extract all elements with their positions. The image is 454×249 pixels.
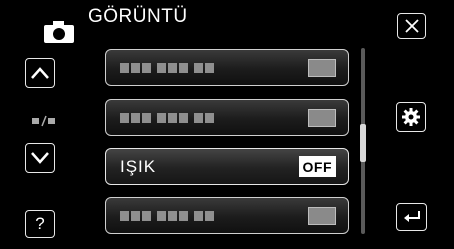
return-button[interactable] bbox=[396, 203, 427, 231]
chevron-down-icon bbox=[31, 152, 49, 164]
menu-item-label: IŞIK bbox=[120, 156, 157, 176]
disabled-value-placeholder bbox=[308, 206, 336, 225]
disabled-label-placeholder bbox=[120, 210, 308, 221]
menu-item-4 bbox=[105, 197, 349, 234]
video-photo-mode-icon bbox=[32, 115, 55, 127]
help-label: ? bbox=[35, 214, 45, 233]
chevron-up-icon bbox=[31, 67, 49, 79]
gear-icon bbox=[402, 108, 420, 126]
menu-item-2 bbox=[105, 99, 349, 136]
help-button[interactable]: ? bbox=[25, 210, 55, 238]
scrollbar-thumb[interactable] bbox=[360, 124, 366, 162]
disabled-label-placeholder bbox=[120, 62, 308, 73]
settings-button[interactable] bbox=[396, 102, 426, 132]
close-button[interactable] bbox=[397, 13, 426, 39]
camera-icon bbox=[44, 21, 74, 43]
disabled-value-placeholder bbox=[308, 108, 336, 127]
menu-item-1 bbox=[105, 49, 349, 86]
scroll-up-button[interactable] bbox=[25, 58, 55, 88]
setting-value-badge: OFF bbox=[298, 156, 336, 177]
return-icon bbox=[403, 211, 420, 222]
disabled-label-placeholder bbox=[120, 112, 308, 123]
disabled-value-placeholder bbox=[308, 58, 336, 77]
menu-item-isik[interactable]: IŞIK OFF bbox=[105, 148, 349, 185]
close-icon bbox=[404, 19, 419, 33]
scroll-down-button[interactable] bbox=[25, 143, 55, 173]
page-title: GÖRÜNTÜ bbox=[88, 6, 188, 27]
